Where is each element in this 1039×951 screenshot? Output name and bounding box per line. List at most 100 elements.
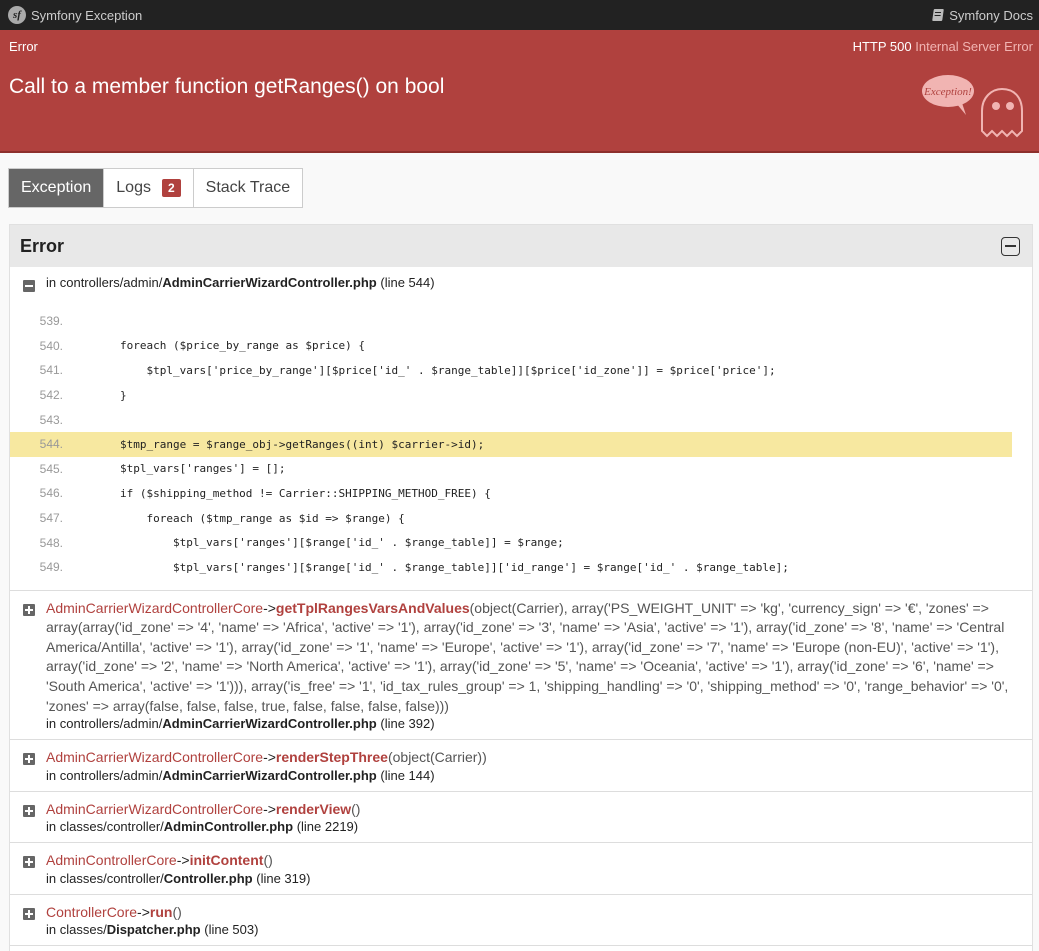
code-line-source: $tpl_vars['price_by_range'][$price['id_'… <box>67 363 776 377</box>
code-line: 542. } <box>10 383 1022 408</box>
trace-frame: ControllerCore->run() in classes/Dispatch… <box>10 895 1032 947</box>
collapse-all-icon[interactable] <box>1001 236 1020 256</box>
tab-stack-trace-label: Stack Trace <box>205 179 291 196</box>
frame-location: in classes/Dispatcher.php (line 503) <box>46 922 1022 937</box>
code-line-number: 541. <box>39 363 63 378</box>
code-line-source: $tpl_vars['ranges'][$range['id_' . $rang… <box>67 560 789 574</box>
symfony-logo-icon: sf <box>8 6 26 24</box>
frame-arrow: -> <box>176 852 190 869</box>
expand-frame-icon[interactable] <box>23 753 35 766</box>
trace-frame: AdminCarrierWizardControllerCore->render… <box>10 792 1032 844</box>
trace-frame-main: in controllers/admin/AdminCarrierWizardC… <box>10 267 1032 591</box>
panel-title: Error <box>20 235 65 256</box>
frame-location: in controllers/admin/AdminCarrierWizardC… <box>46 768 1022 783</box>
http-code: HTTP 500 <box>852 39 912 54</box>
tab-bar: Exception Logs 2 Stack Trace <box>8 168 304 208</box>
frame-method: renderView <box>275 800 352 817</box>
code-line-source: if ($shipping_method != Carrier::SHIPPIN… <box>67 486 491 500</box>
file-name: AdminController.php <box>163 819 294 835</box>
frame-call: AdminCarrierWizardControllerCore->render… <box>46 748 1022 768</box>
tab-stack-trace[interactable]: Stack Trace <box>194 169 302 207</box>
frame-location: in controllers/admin/AdminCarrierWizardC… <box>46 275 1022 290</box>
logs-count-badge: 2 <box>161 179 181 197</box>
frame-class: AdminCarrierWizardControllerCore <box>46 599 264 616</box>
book-icon <box>932 9 944 21</box>
frame-call: ControllerCore->run() <box>46 903 1022 923</box>
code-line-number: 544. <box>39 437 63 452</box>
frame-location: in classes/controller/Controller.php (li… <box>46 871 1022 886</box>
top-bar: sf Symfony Exception Symfony Docs <box>0 0 1039 30</box>
expand-frame-icon[interactable] <box>23 856 35 869</box>
frame-class: ControllerCore <box>46 903 138 920</box>
file-path: in classes/controller/ <box>46 870 164 886</box>
frame-call: AdminCarrierWizardControllerCore->getTpl… <box>46 599 1022 717</box>
code-line-highlighted: 544. $tmp_range = $range_obj->getRanges(… <box>10 431 1012 457</box>
file-name: AdminCarrierWizardController.php <box>162 767 377 783</box>
http-status-text: Internal Server Error <box>915 39 1033 54</box>
expand-frame-icon[interactable] <box>23 907 35 920</box>
trace-frame: AdminCarrierWizardControllerCore->render… <box>10 740 1032 792</box>
file-name: AdminCarrierWizardController.php <box>162 716 377 732</box>
code-line: 549. $tpl_vars['ranges'][$range['id_' . … <box>10 555 1022 580</box>
frame-args: () <box>263 852 273 869</box>
frame-location: in controllers/admin/AdminCarrierWizardC… <box>46 716 1022 731</box>
code-line-source: foreach ($tmp_range as $id => $range) { <box>67 511 405 525</box>
tab-exception-label: Exception <box>21 179 92 196</box>
frame-arrow: -> <box>263 599 276 616</box>
docs-link-label[interactable]: Symfony Docs <box>949 8 1033 23</box>
file-path: in controllers/admin/ <box>46 767 163 783</box>
frame-args: () <box>351 800 361 817</box>
file-name: Dispatcher.php <box>106 922 201 938</box>
file-name: AdminCarrierWizardController.php <box>162 275 377 290</box>
frame-args: (object(Carrier)) <box>387 749 487 766</box>
ghost-mascot-icon: Exception! <box>922 75 1023 138</box>
brand-label: Symfony Exception <box>31 7 143 23</box>
frame-call: AdminControllerCore->initContent() <box>46 851 1022 871</box>
code-line: 547. foreach ($tmp_range as $id => $rang… <box>10 506 1022 531</box>
tab-exception[interactable]: Exception <box>9 169 105 207</box>
code-line: 541. $tpl_vars['price_by_range'][$price[… <box>10 358 1022 383</box>
file-path: in controllers/admin/ <box>46 716 163 732</box>
code-line-source: foreach ($price_by_range as $price) { <box>67 339 366 353</box>
code-line-source: $tmp_range = $range_obj->getRanges((int)… <box>67 437 485 451</box>
trace-frame: AdminCarrierWizardControllerCore->getTpl… <box>10 591 1032 741</box>
docs-link[interactable]: Symfony Docs <box>932 8 1033 23</box>
exception-message: Call to a member function getRanges() on… <box>9 75 445 98</box>
code-line-source: $tpl_vars['ranges'][$range['id_' . $rang… <box>67 536 564 550</box>
code-line-source: } <box>67 388 127 402</box>
frame-method: run <box>149 903 173 920</box>
code-line-number: 542. <box>39 388 63 403</box>
code-line-number: 546. <box>39 486 63 501</box>
frame-args: (object(Carrier), array('PS_WEIGHT_UNIT'… <box>46 599 1009 714</box>
code-excerpt: 539. 540. foreach ($price_by_range as $p… <box>10 309 1022 580</box>
frame-class: AdminCarrierWizardControllerCore <box>46 800 264 817</box>
line-number: (line 544) <box>380 275 435 290</box>
line-number: (line 319) <box>256 870 311 886</box>
collapse-frame-icon[interactable] <box>23 280 35 292</box>
panel-header: Error <box>10 225 1032 267</box>
tab-logs-label: Logs <box>116 179 151 196</box>
http-status: HTTP 500 Internal Server Error <box>853 39 1033 54</box>
file-path: in controllers/admin/ <box>46 275 163 290</box>
frame-method: getTplRangesVarsAndValues <box>275 599 470 616</box>
exception-panel: Error in controllers/admin/AdminCarrierW… <box>9 224 1033 951</box>
tab-logs[interactable]: Logs 2 <box>104 169 194 207</box>
frame-method: initContent <box>189 852 264 869</box>
status-left: Error <box>9 39 38 54</box>
file-path: in classes/ <box>46 922 107 938</box>
frame-method: renderStepThree <box>275 749 388 766</box>
expand-frame-icon[interactable] <box>23 804 35 817</box>
brand: sf Symfony Exception <box>8 6 142 24</box>
code-line: 540. foreach ($price_by_range as $price)… <box>10 334 1022 359</box>
code-line-number: 539. <box>39 314 63 329</box>
code-line: 545. $tpl_vars['ranges'] = []; <box>10 457 1022 482</box>
line-number: (line 503) <box>204 922 259 938</box>
trace-frame: AdminControllerCore->initContent() in cla… <box>10 843 1032 895</box>
line-number: (line 2219) <box>296 819 359 835</box>
code-line-number: 545. <box>39 461 63 476</box>
expand-frame-icon[interactable] <box>23 603 35 616</box>
code-line-number: 540. <box>39 338 63 353</box>
status-bar: Error HTTP 500 Internal Server Error <box>0 30 1039 63</box>
code-line-number: 549. <box>39 560 63 575</box>
trace-frames: AdminCarrierWizardControllerCore->getTpl… <box>10 591 1032 947</box>
